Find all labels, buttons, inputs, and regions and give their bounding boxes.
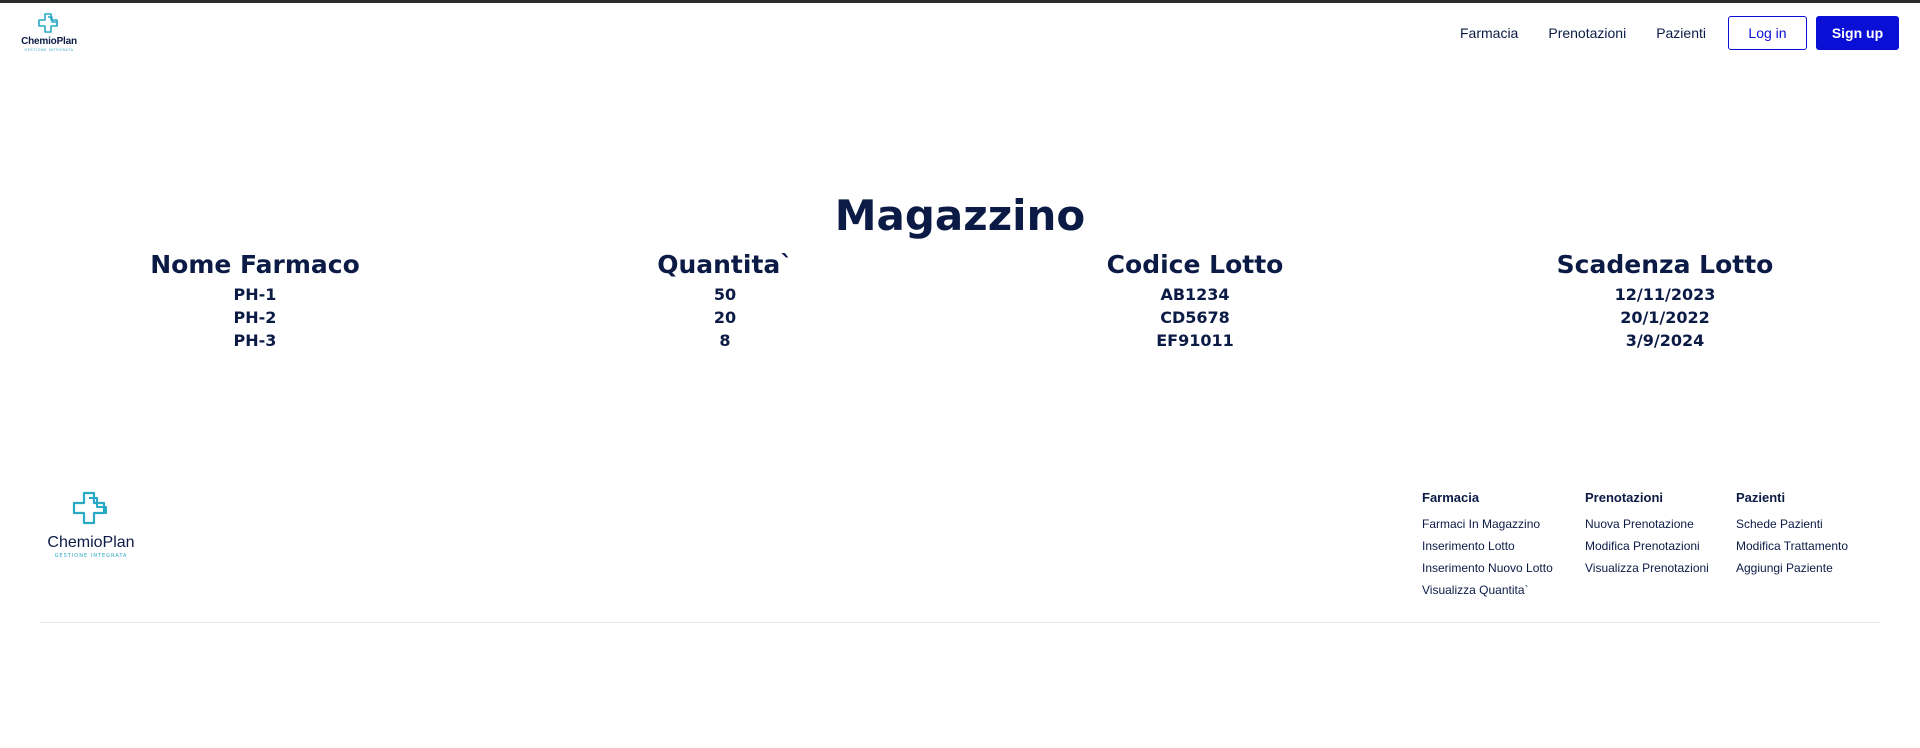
- table-row: PH-2 20 CD5678 20/1/2022: [20, 306, 1900, 329]
- column-header-quantita: Quantita`: [657, 250, 793, 279]
- nav-link-pazienti[interactable]: Pazienti: [1656, 25, 1706, 41]
- table-cell: AB1234: [1160, 285, 1230, 304]
- table-cell: 3/9/2024: [1625, 331, 1705, 350]
- column-header-codice-lotto: Codice Lotto: [1106, 250, 1284, 279]
- table-row: PH-3 8 EF91011 3/9/2024: [20, 329, 1900, 352]
- top-border: [0, 0, 1920, 3]
- footer-link-nuova-prenotazione[interactable]: Nuova Prenotazione: [1585, 513, 1709, 535]
- nav-link-prenotazioni[interactable]: Prenotazioni: [1548, 25, 1626, 41]
- footer-link-inserimento-nuovo-lotto[interactable]: Inserimento Nuovo Lotto: [1422, 557, 1553, 579]
- column-header-scadenza-lotto: Scadenza Lotto: [1556, 250, 1774, 279]
- medical-cross-icon: [38, 13, 58, 33]
- footer-column-pazienti: Pazienti Schede Pazienti Modifica Tratta…: [1736, 490, 1848, 579]
- footer-logo-tagline: GESTIONE INTEGRATA: [54, 553, 128, 559]
- footer-column-title: Prenotazioni: [1585, 490, 1664, 505]
- table-cell: EF91011: [1156, 331, 1234, 350]
- table-row: PH-1 50 AB1234 12/11/2023: [20, 283, 1900, 306]
- header-logo-name: ChemioPlan: [21, 36, 77, 47]
- inventory-table: Nome Farmaco Quantita` Codice Lotto Scad…: [20, 247, 1900, 352]
- table-header-row: Nome Farmaco Quantita` Codice Lotto Scad…: [20, 247, 1900, 283]
- footer-logo[interactable]: ChemioPlan GESTIONE INTEGRATA: [38, 490, 144, 560]
- footer-link-schede-pazienti[interactable]: Schede Pazienti: [1736, 513, 1848, 535]
- table-cell: 20: [713, 308, 737, 327]
- table-cell: 8: [719, 331, 731, 350]
- table-cell: PH-2: [233, 308, 277, 327]
- page-title: Magazzino: [834, 191, 1086, 240]
- footer-divider: [40, 622, 1880, 623]
- login-button[interactable]: Log in: [1728, 16, 1807, 50]
- table-cell: 20/1/2022: [1620, 308, 1710, 327]
- footer-link-inserimento-lotto[interactable]: Inserimento Lotto: [1422, 535, 1553, 557]
- table-cell: 50: [713, 285, 737, 304]
- footer-link-visualizza-quantita[interactable]: Visualizza Quantita`: [1422, 579, 1553, 601]
- footer-link-farmaci-in-magazzino[interactable]: Farmaci In Magazzino: [1422, 513, 1553, 535]
- footer-column-title: Farmacia: [1422, 490, 1480, 505]
- medical-cross-icon: [72, 491, 107, 525]
- table-cell: PH-1: [233, 285, 277, 304]
- header-logo[interactable]: ChemioPlan GESTIONE INTEGRATA: [18, 12, 80, 53]
- main-nav: Farmacia Prenotazioni Pazienti Log in Si…: [1460, 16, 1899, 50]
- footer-link-aggiungi-paziente[interactable]: Aggiungi Paziente: [1736, 557, 1848, 579]
- footer-column-title: Pazienti: [1736, 490, 1786, 505]
- footer-column-farmacia: Farmacia Farmaci In Magazzino Inseriment…: [1422, 490, 1553, 601]
- nav-link-farmacia[interactable]: Farmacia: [1460, 25, 1518, 41]
- table-cell: 12/11/2023: [1614, 285, 1716, 304]
- footer-column-prenotazioni: Prenotazioni Nuova Prenotazione Modifica…: [1585, 490, 1709, 579]
- footer-link-modifica-trattamento[interactable]: Modifica Trattamento: [1736, 535, 1848, 557]
- table-cell: PH-3: [233, 331, 277, 350]
- footer-link-visualizza-prenotazioni[interactable]: Visualizza Prenotazioni: [1585, 557, 1709, 579]
- footer-link-modifica-prenotazioni[interactable]: Modifica Prenotazioni: [1585, 535, 1709, 557]
- table-cell: CD5678: [1160, 308, 1230, 327]
- header-logo-tagline: GESTIONE INTEGRATA: [24, 48, 74, 52]
- signup-button[interactable]: Sign up: [1816, 16, 1899, 50]
- footer-logo-name: ChemioPlan: [47, 534, 135, 551]
- column-header-nome-farmaco: Nome Farmaco: [150, 250, 360, 279]
- table-body: PH-1 50 AB1234 12/11/2023 PH-2 20 CD5678…: [20, 283, 1900, 352]
